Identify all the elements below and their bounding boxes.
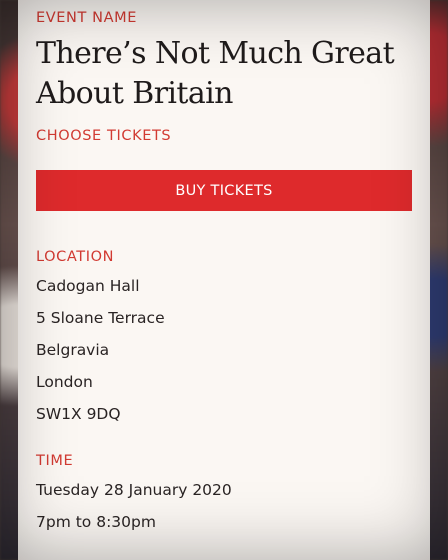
buy-tickets-button[interactable]: BUY TICKETS (36, 170, 412, 211)
event-title: There’s Not Much Great About Britain (36, 36, 395, 111)
event-hours: 7pm to 8:30pm (36, 513, 156, 531)
street-address: 5 Sloane Terrace (36, 309, 165, 327)
venue-name: Cadogan Hall (36, 277, 140, 295)
district: Belgravia (36, 341, 110, 359)
location-label: LOCATION (36, 249, 115, 265)
time-label: TIME (36, 453, 74, 469)
event-date: Tuesday 28 January 2020 (36, 481, 232, 499)
postcode: SW1X 9DQ (36, 405, 121, 423)
city: London (36, 373, 93, 391)
event-card: EVENT NAME There’s Not Much Great About … (18, 0, 430, 560)
choose-tickets-label: CHOOSE TICKETS (36, 128, 172, 144)
event-name-label: EVENT NAME (36, 10, 137, 26)
